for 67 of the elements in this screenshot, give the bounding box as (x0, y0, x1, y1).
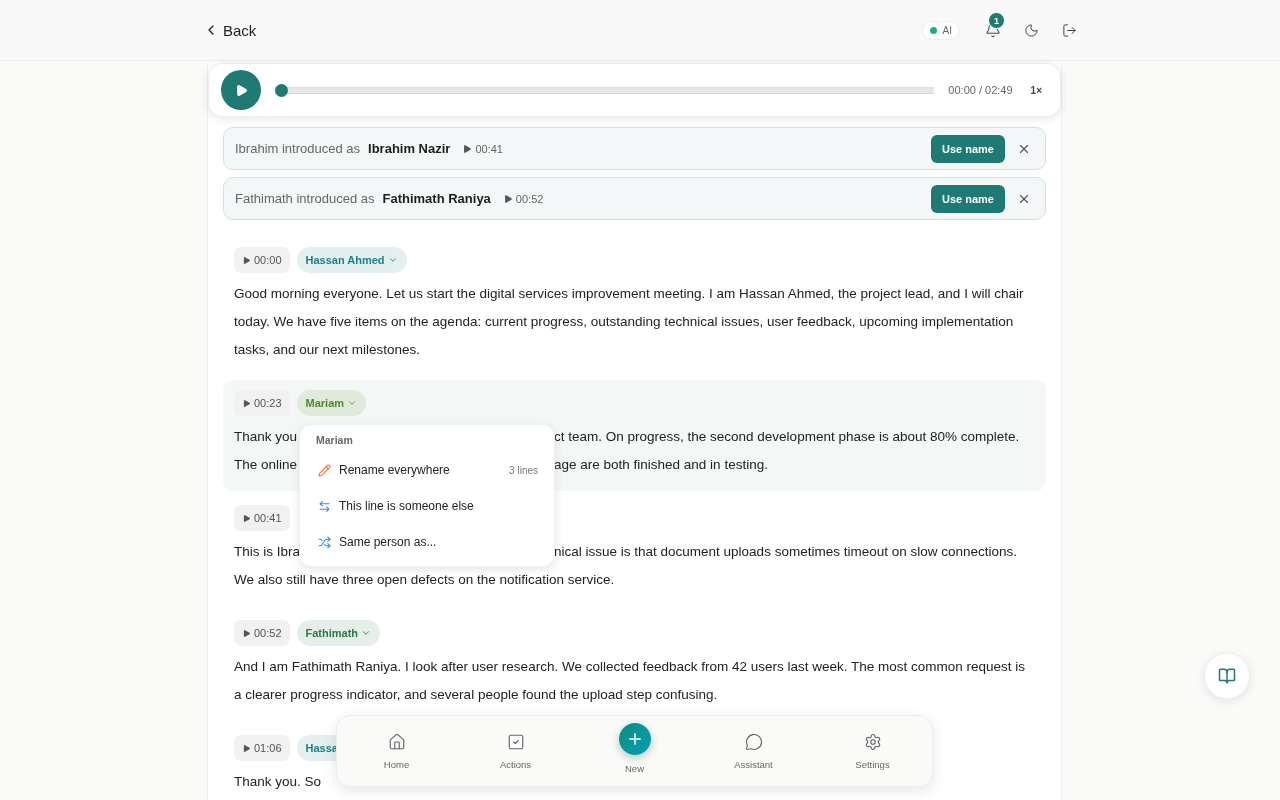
home-icon (387, 732, 406, 751)
speed-button[interactable]: 1× (1026, 80, 1046, 100)
shuffle-icon (318, 535, 331, 549)
transcript-text: nical issue is that document uploads sometimes timeout on slow connections. (554, 543, 1017, 561)
suggestion-text: Fathimath introduced as (235, 191, 375, 206)
transcript-text: Thank you. So (234, 773, 322, 791)
transcript-text: The online (234, 456, 298, 474)
suggestion-text: Ibrahim introduced as (235, 141, 361, 156)
transcript-text: This is Ibra (234, 543, 301, 561)
nav-item[interactable]: Assistant (694, 725, 813, 777)
speaker-chip[interactable]: Hassan Ahmed (296, 247, 407, 273)
play-button[interactable] (221, 70, 261, 110)
plus-icon (618, 722, 651, 755)
play-icon (242, 743, 251, 753)
chevron-down-icon (387, 255, 398, 265)
play-icon (234, 83, 248, 97)
back-link[interactable]: Back (203, 21, 257, 39)
timestamp-button[interactable]: 00:52 (234, 620, 290, 646)
settings-icon (863, 732, 882, 751)
transcript-text: ct team. On progress, the second development phase is about 80% complete. (554, 428, 1020, 446)
ai-status-badge: AI (921, 20, 960, 40)
chevron-down-icon (347, 398, 358, 408)
transcript-text: age are both finished and in testing. (554, 456, 768, 474)
use-name-button[interactable]: Use name (931, 134, 1005, 163)
suggested-name: Fathimath Raniya (382, 191, 491, 206)
chevron-down-icon (361, 628, 372, 638)
progress-thumb[interactable] (275, 83, 288, 97)
play-icon (242, 628, 251, 638)
timestamp-button[interactable]: 01:06 (234, 735, 290, 761)
menu-item[interactable]: This line is someone else (300, 488, 554, 524)
timestamp-link[interactable]: 00:41 (462, 142, 503, 155)
logout-icon (1061, 22, 1077, 38)
playback-time: 00:00 / 02:49 (948, 84, 1013, 96)
line-count: 3 lines (509, 464, 538, 476)
play-icon (462, 143, 473, 154)
timestamp-button[interactable]: 00:23 (234, 390, 290, 416)
book-button[interactable] (1204, 653, 1250, 699)
book-icon (1218, 667, 1236, 685)
transcript-text: We also still have three open defects on the notification service. (234, 571, 615, 589)
play-icon (242, 513, 251, 523)
suggested-name: Ibrahim Nazir (368, 141, 451, 156)
use-name-button[interactable]: Use name (931, 184, 1005, 213)
pencil-icon (318, 463, 331, 477)
notifications-button[interactable]: 1 (974, 11, 1012, 49)
nav-item[interactable]: Settings (813, 725, 932, 777)
play-icon (242, 255, 251, 265)
menu-title: Mariam (315, 433, 354, 448)
play-icon (242, 398, 251, 408)
play-icon (502, 193, 513, 204)
timestamp-button[interactable]: 00:00 (234, 247, 290, 273)
transcript-text: Good morning everyone. Let us start the digital services improvement meeting. I am Hassan Ahmed, the project lead, and I will chair today. We have five items on the agenda: current progress, outstanding technical issues, user feedback, upcoming implementation tasks, and our next milestones. (234, 285, 1025, 359)
nav-item[interactable]: Actions (456, 725, 575, 777)
speaker-chip[interactable]: Fathimath (296, 620, 381, 646)
checkbox-icon (506, 732, 525, 751)
nav-item[interactable]: New (575, 725, 694, 777)
menu-item[interactable]: Rename everywhere 3 lines (300, 452, 554, 488)
speaker-chip[interactable]: Mariam (296, 390, 367, 416)
transcript-text: Thank you (234, 428, 298, 446)
menu-item[interactable]: Same person as... (300, 524, 554, 560)
swap-icon (318, 499, 331, 513)
chat-icon (744, 732, 763, 751)
moon-icon (1023, 22, 1039, 38)
transcript-text: And I am Fathimath Raniya. I look after user research. We collected feedback from 42 users last week. The most common request is a clearer progress indicator, and several people found the upload step confusing. (234, 658, 1027, 704)
timestamp-button[interactable]: 00:41 (234, 505, 290, 531)
timestamp-link[interactable]: 00:52 (502, 192, 544, 205)
progress-track[interactable] (275, 83, 935, 97)
notification-count: 1 (988, 12, 1005, 29)
